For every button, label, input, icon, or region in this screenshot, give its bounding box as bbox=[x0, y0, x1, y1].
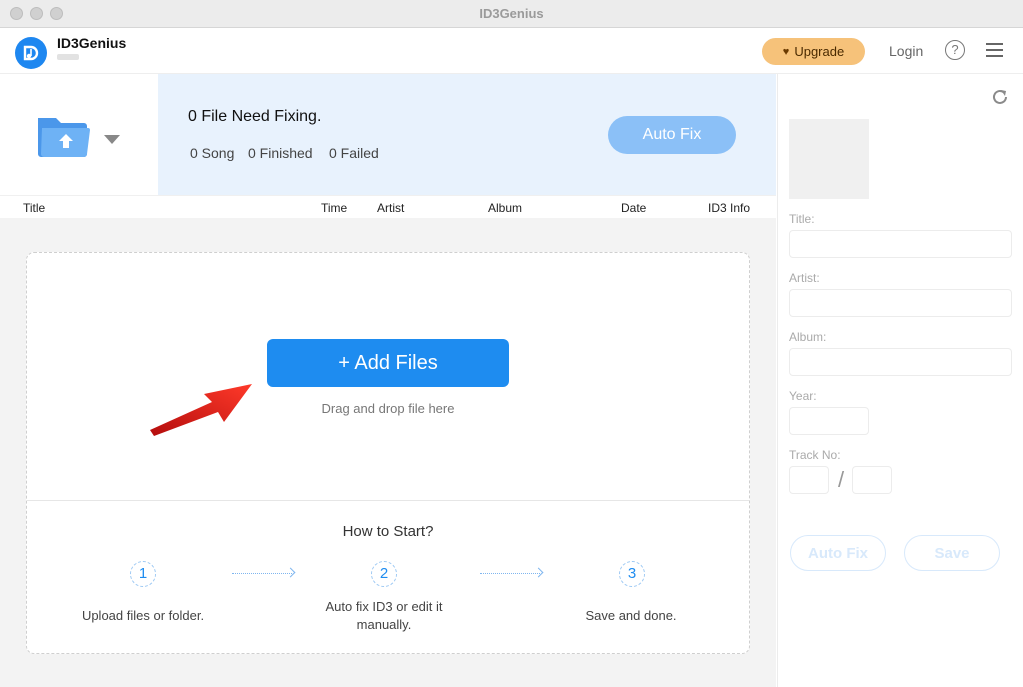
failed-count: 0 Failed bbox=[329, 145, 379, 161]
step-1-text: Upload files or folder. bbox=[81, 608, 205, 623]
table-header: Title Time Artist Album Date ID3 Info bbox=[0, 195, 776, 218]
app-version-placeholder bbox=[57, 54, 79, 60]
upload-folder-icon[interactable] bbox=[36, 114, 92, 163]
step-3-text: Save and done. bbox=[585, 608, 677, 623]
album-field[interactable] bbox=[789, 348, 1012, 376]
track-separator: / bbox=[838, 467, 845, 492]
window-titlebar: ID3Genius bbox=[0, 0, 1023, 28]
drag-drop-hint: Drag and drop file here bbox=[321, 401, 455, 416]
editor-auto-fix-button[interactable]: Auto Fix bbox=[790, 535, 886, 571]
step-3-badge: 3 bbox=[619, 561, 645, 587]
import-picker bbox=[0, 74, 158, 195]
hamburger-menu-icon[interactable] bbox=[986, 43, 1003, 57]
column-id3-info[interactable]: ID3 Info bbox=[708, 201, 750, 215]
editor-save-button[interactable]: Save bbox=[904, 535, 1000, 571]
track-number-field[interactable] bbox=[789, 466, 829, 494]
divider bbox=[27, 500, 749, 501]
title-label: Title: bbox=[789, 212, 815, 226]
step-arrow-2 bbox=[480, 573, 540, 574]
login-link[interactable]: Login bbox=[889, 43, 923, 59]
files-need-fixing: 0 File Need Fixing. bbox=[188, 108, 322, 125]
status-panel: 0 File Need Fixing. 0 Song 0 Finished 0 … bbox=[158, 74, 776, 195]
track-no-label: Track No: bbox=[789, 448, 841, 462]
auto-fix-button[interactable]: Auto Fix bbox=[608, 116, 736, 154]
step-2-badge: 2 bbox=[371, 561, 397, 587]
year-field[interactable] bbox=[789, 407, 869, 435]
red-pointer-arrow-icon bbox=[148, 378, 258, 443]
column-time[interactable]: Time bbox=[321, 201, 347, 215]
album-label: Album: bbox=[789, 330, 827, 344]
column-artist[interactable]: Artist bbox=[377, 201, 404, 215]
title-field[interactable] bbox=[789, 230, 1012, 258]
artist-label: Artist: bbox=[789, 271, 820, 285]
drop-zone[interactable]: + Add Files Drag and drop file here How … bbox=[26, 252, 750, 654]
app-header: ID3Genius ♥ Upgrade Login ? bbox=[0, 28, 1023, 74]
chevron-down-icon[interactable] bbox=[104, 135, 120, 144]
song-count: 0 Song bbox=[190, 145, 235, 161]
app-name: ID3Genius bbox=[57, 35, 127, 51]
window-title: ID3Genius bbox=[479, 6, 544, 21]
finished-count: 0 Finished bbox=[248, 145, 313, 161]
album-cover[interactable] bbox=[789, 119, 869, 199]
music-note-logo-icon bbox=[15, 37, 47, 69]
step-arrow-1 bbox=[232, 573, 292, 574]
artist-field[interactable] bbox=[789, 289, 1012, 317]
how-to-start-heading: How to Start? bbox=[342, 523, 434, 540]
refresh-icon[interactable] bbox=[991, 88, 1009, 106]
help-circle-icon[interactable]: ? bbox=[945, 40, 965, 60]
column-title[interactable]: Title bbox=[23, 201, 45, 215]
step-1-badge: 1 bbox=[130, 561, 156, 587]
upgrade-button[interactable]: ♥ Upgrade bbox=[762, 38, 865, 65]
upgrade-label: Upgrade bbox=[794, 44, 845, 59]
add-files-button[interactable]: + Add Files bbox=[267, 339, 509, 387]
column-date[interactable]: Date bbox=[621, 201, 646, 215]
diamond-heart-icon: ♥ bbox=[782, 45, 790, 58]
step-2-text: Auto fix ID3 or edit it manually. bbox=[325, 599, 443, 632]
id3-editor-panel: Title: Artist: Album: Year: Track No: / … bbox=[777, 74, 1023, 687]
track-total-field[interactable] bbox=[852, 466, 892, 494]
column-album[interactable]: Album bbox=[488, 201, 522, 215]
year-label: Year: bbox=[789, 389, 817, 403]
file-list-area: + Add Files Drag and drop file here How … bbox=[0, 218, 776, 687]
